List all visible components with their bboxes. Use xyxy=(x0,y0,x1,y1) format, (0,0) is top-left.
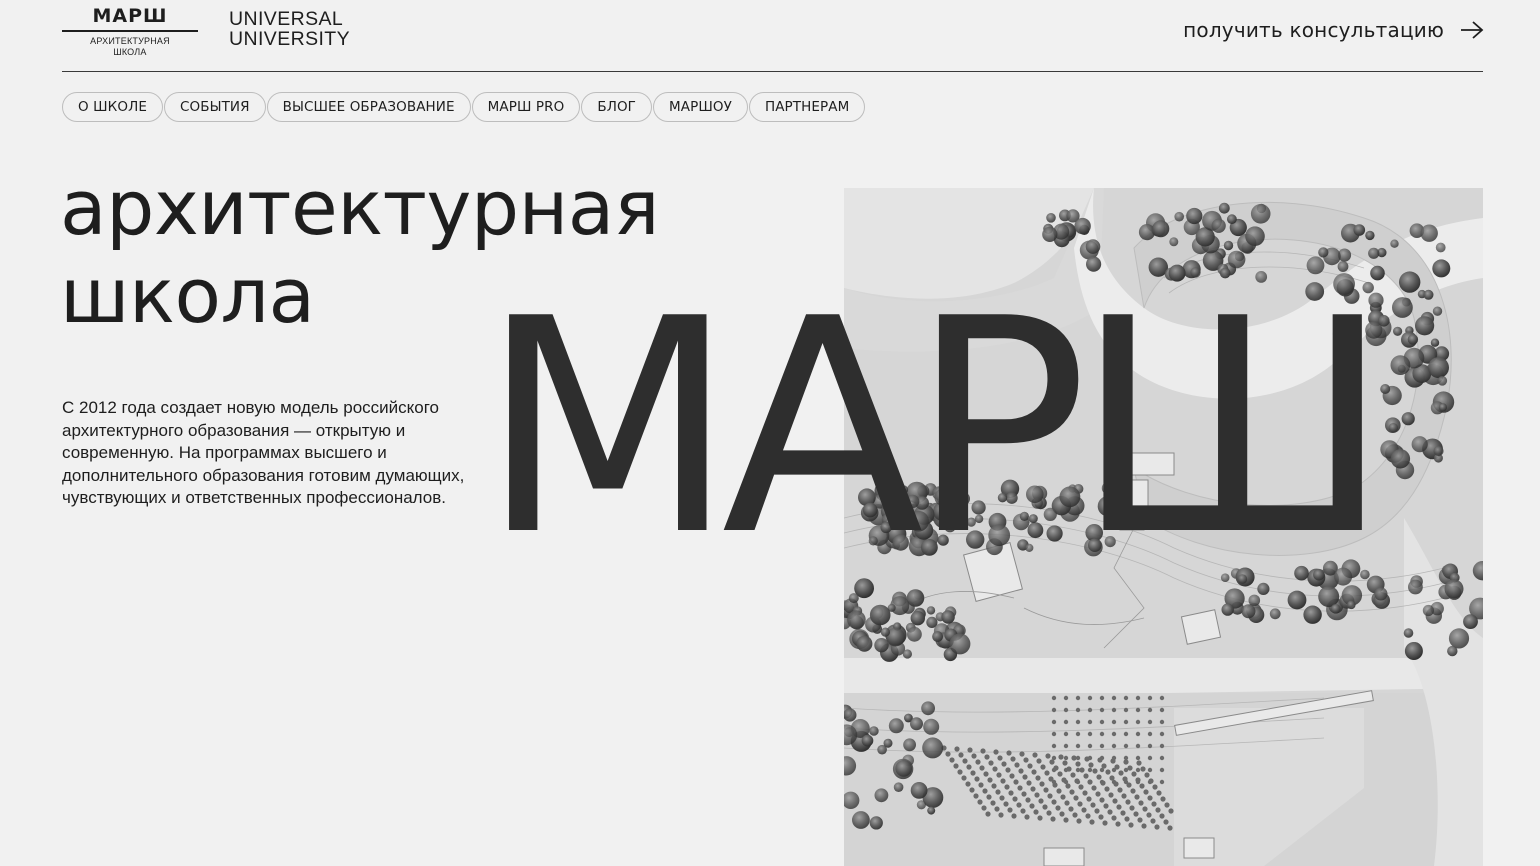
main-nav: О ШКОЛЕ СОБЫТИЯ ВЫСШЕЕ ОБРАЗОВАНИЕ МАРШ … xyxy=(62,92,866,122)
logo-subline-2: ШКОЛА xyxy=(113,47,147,57)
marsh-logo[interactable]: МАРШ АРХИТЕКТУРНАЯ ШКОЛА xyxy=(62,6,198,58)
nav-item-blog[interactable]: БЛОГ xyxy=(581,92,653,122)
hero-description: С 2012 года создает новую модель российс… xyxy=(62,398,465,507)
consultation-label: получить консультацию xyxy=(1183,18,1444,42)
arrow-right-icon xyxy=(1461,21,1484,39)
logo-wordmark: МАРШ xyxy=(92,5,168,27)
nav-item-higher-education[interactable]: ВЫСШЕЕ ОБРАЗОВАНИЕ xyxy=(266,92,471,122)
consultation-link[interactable]: получить консультацию xyxy=(1183,18,1484,42)
hero-title-line-1: архитектурная xyxy=(60,163,660,252)
hero-big-wordmark: МАРШ xyxy=(480,255,1391,600)
nav-item-partners[interactable]: ПАРТНЕРАМ xyxy=(748,92,866,122)
nav-item-marsh-pro[interactable]: МАРШ PRO xyxy=(471,92,581,122)
nav-item-marshow[interactable]: МАРШОУ xyxy=(653,92,748,122)
partner-logo-line-2: UNIVERSITY xyxy=(229,27,351,50)
page: МАРШ АРХИТЕКТУРНАЯ ШКОЛА UNIVERSAL UNIVE… xyxy=(0,0,1540,866)
nav-item-about[interactable]: О ШКОЛЕ xyxy=(62,92,163,122)
nav-item-events[interactable]: СОБЫТИЯ xyxy=(163,92,266,122)
universal-university-logo[interactable]: UNIVERSAL UNIVERSITY xyxy=(229,8,351,50)
logo-subline-1: АРХИТЕКТУРНАЯ xyxy=(90,36,170,46)
logo-bar xyxy=(62,30,198,32)
header-divider xyxy=(62,71,1483,72)
partner-logo-line-1: UNIVERSAL xyxy=(229,8,344,30)
